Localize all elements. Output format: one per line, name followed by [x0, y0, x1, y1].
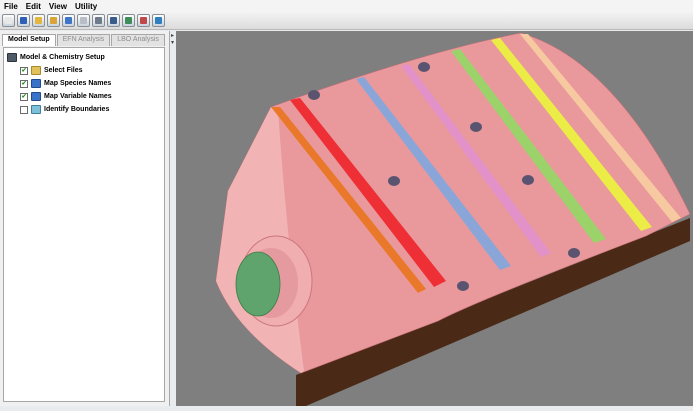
- model-button[interactable]: [122, 14, 135, 27]
- menu-bar: File Edit View Utility: [0, 0, 693, 12]
- save-button[interactable]: [17, 14, 30, 27]
- boundary-icon: [31, 105, 41, 114]
- chart-icon: [140, 17, 147, 24]
- grid-icon: [110, 17, 117, 24]
- tab-strip: Model Setup EFN Analysis LBO Analysis: [2, 34, 166, 46]
- injector-hole: [457, 281, 469, 291]
- disabled-button[interactable]: [77, 14, 90, 27]
- tree-root[interactable]: Model & Chemistry Setup: [7, 53, 105, 62]
- setup-tree: Model & Chemistry Setup ✔ Select Files ✔…: [3, 47, 165, 402]
- checkbox-identify-boundaries[interactable]: [20, 105, 28, 114]
- new-button[interactable]: [2, 14, 15, 27]
- tree-item-identify-boundaries[interactable]: Identify Boundaries: [20, 105, 109, 114]
- tree-item-select-files[interactable]: ✔ Select Files: [20, 66, 83, 75]
- map-icon: [31, 79, 41, 88]
- injector-hole: [522, 175, 534, 185]
- injector-hole: [568, 248, 580, 258]
- menu-file[interactable]: File: [0, 2, 22, 11]
- open-icon: [35, 17, 42, 24]
- tab-efn-analysis[interactable]: EFN Analysis: [56, 34, 111, 46]
- menu-edit[interactable]: Edit: [22, 2, 45, 11]
- settings-icon: [95, 17, 102, 24]
- tree-item-label: Select Files: [44, 67, 83, 74]
- menu-view[interactable]: View: [45, 2, 71, 11]
- left-panel: Model Setup EFN Analysis LBO Analysis Mo…: [0, 31, 170, 406]
- tree-item-label: Map Variable Names: [44, 93, 112, 100]
- tree-item-map-variables[interactable]: ✔ Map Variable Names: [20, 92, 112, 101]
- tree-item-label: Map Species Names: [44, 80, 112, 87]
- chart-button[interactable]: [137, 14, 150, 27]
- injector-hole: [470, 122, 482, 132]
- combustor-model: [215, 32, 691, 406]
- tab-lbo-analysis[interactable]: LBO Analysis: [111, 34, 165, 46]
- disabled-icon: [80, 17, 87, 24]
- 3d-viewport[interactable]: [176, 31, 693, 406]
- tree-item-map-species[interactable]: ✔ Map Species Names: [20, 79, 111, 88]
- refresh-button[interactable]: [152, 14, 165, 27]
- tab-model-setup[interactable]: Model Setup: [2, 34, 56, 46]
- folder-icon: [50, 17, 57, 24]
- toolbar: [0, 12, 693, 30]
- inlet-boundary: [235, 251, 281, 317]
- injector-hole: [388, 176, 400, 186]
- folder-button[interactable]: [47, 14, 60, 27]
- map-icon: [31, 92, 41, 101]
- new-icon: [5, 17, 12, 24]
- import-button[interactable]: [62, 14, 75, 27]
- grid-button[interactable]: [107, 14, 120, 27]
- tree-root-label: Model & Chemistry Setup: [20, 54, 105, 61]
- model-icon: [125, 17, 132, 24]
- menu-utility[interactable]: Utility: [71, 2, 101, 11]
- injector-hole: [308, 90, 320, 100]
- open-button[interactable]: [32, 14, 45, 27]
- checkbox-map-species[interactable]: ✔: [20, 79, 28, 88]
- checkbox-select-files[interactable]: ✔: [20, 66, 28, 75]
- save-icon: [20, 17, 27, 24]
- refresh-icon: [155, 17, 162, 24]
- injector-hole: [418, 62, 430, 72]
- folder-icon: [31, 66, 41, 75]
- checkbox-map-variables[interactable]: ✔: [20, 92, 28, 101]
- settings-icon: [7, 53, 17, 62]
- settings-button[interactable]: [92, 14, 105, 27]
- import-icon: [65, 17, 72, 24]
- tree-item-label: Identify Boundaries: [44, 106, 110, 113]
